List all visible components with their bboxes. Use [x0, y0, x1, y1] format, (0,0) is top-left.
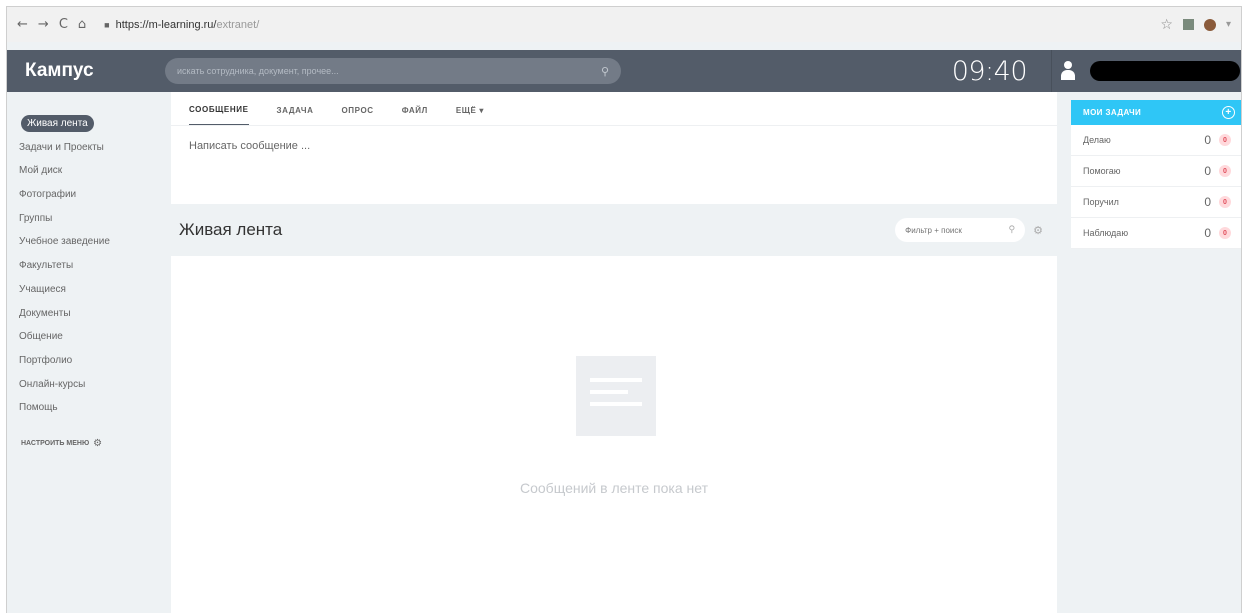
clock[interactable]: 09:40	[952, 56, 1051, 87]
user-menu[interactable]	[1051, 50, 1241, 92]
back-icon[interactable]: ←	[17, 17, 28, 32]
bookmark-star-icon[interactable]: ☆	[1160, 17, 1173, 33]
address-bar[interactable]: ■ https://m-learning.ru/extranet/	[96, 15, 267, 35]
configure-menu-button[interactable]: НАСТРОИТЬ МЕНЮ ⚙	[7, 438, 165, 449]
task-overdue-badge: 0	[1219, 196, 1231, 208]
home-icon[interactable]: ⌂	[78, 17, 86, 32]
add-task-icon[interactable]: +	[1222, 106, 1235, 119]
forward-icon[interactable]: →	[38, 17, 49, 32]
url-host: https://m-learning.ru/	[115, 18, 217, 31]
tab-message[interactable]: СООБЩЕНИЕ	[189, 105, 249, 125]
empty-feed-icon	[576, 356, 656, 436]
tab-more[interactable]: ЕЩЁ ▾	[456, 106, 484, 125]
menu-item-institution[interactable]: Учебное заведение	[7, 230, 165, 254]
search-icon[interactable]: ⚲	[601, 65, 609, 78]
menu-item-help[interactable]: Помощь	[7, 396, 165, 420]
menu-item-live-feed[interactable]: Живая лента	[7, 112, 165, 136]
lock-icon: ■	[104, 19, 110, 30]
url-path: extranet/	[216, 18, 260, 31]
post-composer: СООБЩЕНИЕ ЗАДАЧА ОПРОС ФАЙЛ ЕЩЁ ▾ Написа…	[171, 92, 1057, 204]
tab-poll[interactable]: ОПРОС	[341, 106, 373, 125]
profile-avatar-icon[interactable]	[1203, 18, 1216, 31]
task-count: 0	[1204, 195, 1211, 209]
task-row-label: Помогаю	[1083, 166, 1121, 176]
feed-body: Сообщений в ленте пока нет	[171, 256, 1057, 613]
feed-header: Живая лента ⚲ ⚙	[171, 204, 1057, 256]
menu-item-students[interactable]: Учащиеся	[7, 278, 165, 302]
menu-item-online-courses[interactable]: Онлайн-курсы	[7, 373, 165, 397]
task-count: 0	[1204, 133, 1211, 147]
tab-task[interactable]: ЗАДАЧА	[277, 106, 314, 125]
search-icon[interactable]: ⚲	[1009, 225, 1016, 235]
reload-icon[interactable]: C	[59, 17, 68, 32]
menu-item-tasks[interactable]: Задачи и Проекты	[7, 136, 165, 160]
my-tasks-widget: МОИ ЗАДАЧИ + Делаю 0 0 Помогаю 0 0 Поруч…	[1071, 100, 1241, 249]
tab-file[interactable]: ФАЙЛ	[402, 106, 428, 125]
menu-item-groups[interactable]: Группы	[7, 207, 165, 231]
filter-input[interactable]	[905, 225, 1009, 235]
task-row-watching[interactable]: Наблюдаю 0 0	[1071, 218, 1241, 249]
task-overdue-badge: 0	[1219, 165, 1231, 177]
user-icon	[1060, 61, 1076, 81]
logo[interactable]: Кампус	[7, 60, 165, 82]
browser-extensions: ☆ ▾	[1160, 17, 1231, 33]
task-row-label: Поручил	[1083, 197, 1119, 207]
configure-menu-label: НАСТРОИТЬ МЕНЮ	[21, 439, 90, 447]
task-row-doing[interactable]: Делаю 0 0	[1071, 125, 1241, 156]
my-tasks-title: МОИ ЗАДАЧИ	[1083, 108, 1142, 117]
app-frame: Кампус ⚲ 09:40 Живая лента Задачи и Прое…	[6, 42, 1242, 613]
extension-icon[interactable]	[1182, 19, 1194, 30]
browser-toolbar: ← → C ⌂ ■ https://m-learning.ru/extranet…	[6, 6, 1242, 42]
filter-box[interactable]: ⚲	[895, 218, 1026, 242]
browser-menu-icon[interactable]: ▾	[1226, 19, 1231, 30]
menu-item-portfolio[interactable]: Портфолио	[7, 349, 165, 373]
message-input[interactable]: Написать сообщение ...	[171, 126, 1057, 166]
search-input[interactable]	[177, 66, 601, 76]
app-header: Кампус ⚲ 09:40	[7, 50, 1241, 92]
task-row-helping[interactable]: Помогаю 0 0	[1071, 156, 1241, 187]
composer-tabs: СООБЩЕНИЕ ЗАДАЧА ОПРОС ФАЙЛ ЕЩЁ ▾	[171, 92, 1057, 126]
user-name-redacted[interactable]	[1090, 61, 1240, 81]
menu-item-documents[interactable]: Документы	[7, 302, 165, 326]
task-row-label: Наблюдаю	[1083, 228, 1129, 238]
task-overdue-badge: 0	[1219, 134, 1231, 146]
task-overdue-badge: 0	[1219, 227, 1231, 239]
settings-gear-icon[interactable]: ⚙	[1033, 224, 1043, 237]
gear-icon: ⚙	[93, 437, 103, 449]
search-box[interactable]: ⚲	[165, 58, 621, 84]
empty-feed-message: Сообщений в ленте пока нет	[520, 480, 708, 496]
menu-item-disk[interactable]: Мой диск	[7, 159, 165, 183]
left-menu: Живая лента Задачи и Проекты Мой диск Фо…	[7, 92, 165, 613]
menu-item-faculties[interactable]: Факультеты	[7, 254, 165, 278]
task-row-label: Делаю	[1083, 135, 1111, 145]
page-title: Живая лента	[179, 220, 283, 239]
task-row-assigned[interactable]: Поручил 0 0	[1071, 187, 1241, 218]
task-count: 0	[1204, 164, 1211, 178]
my-tasks-header[interactable]: МОИ ЗАДАЧИ +	[1071, 100, 1241, 125]
menu-item-communication[interactable]: Общение	[7, 325, 165, 349]
task-count: 0	[1204, 226, 1211, 240]
menu-item-photos[interactable]: Фотографии	[7, 183, 165, 207]
menu-item-label: Живая лента	[21, 115, 94, 132]
